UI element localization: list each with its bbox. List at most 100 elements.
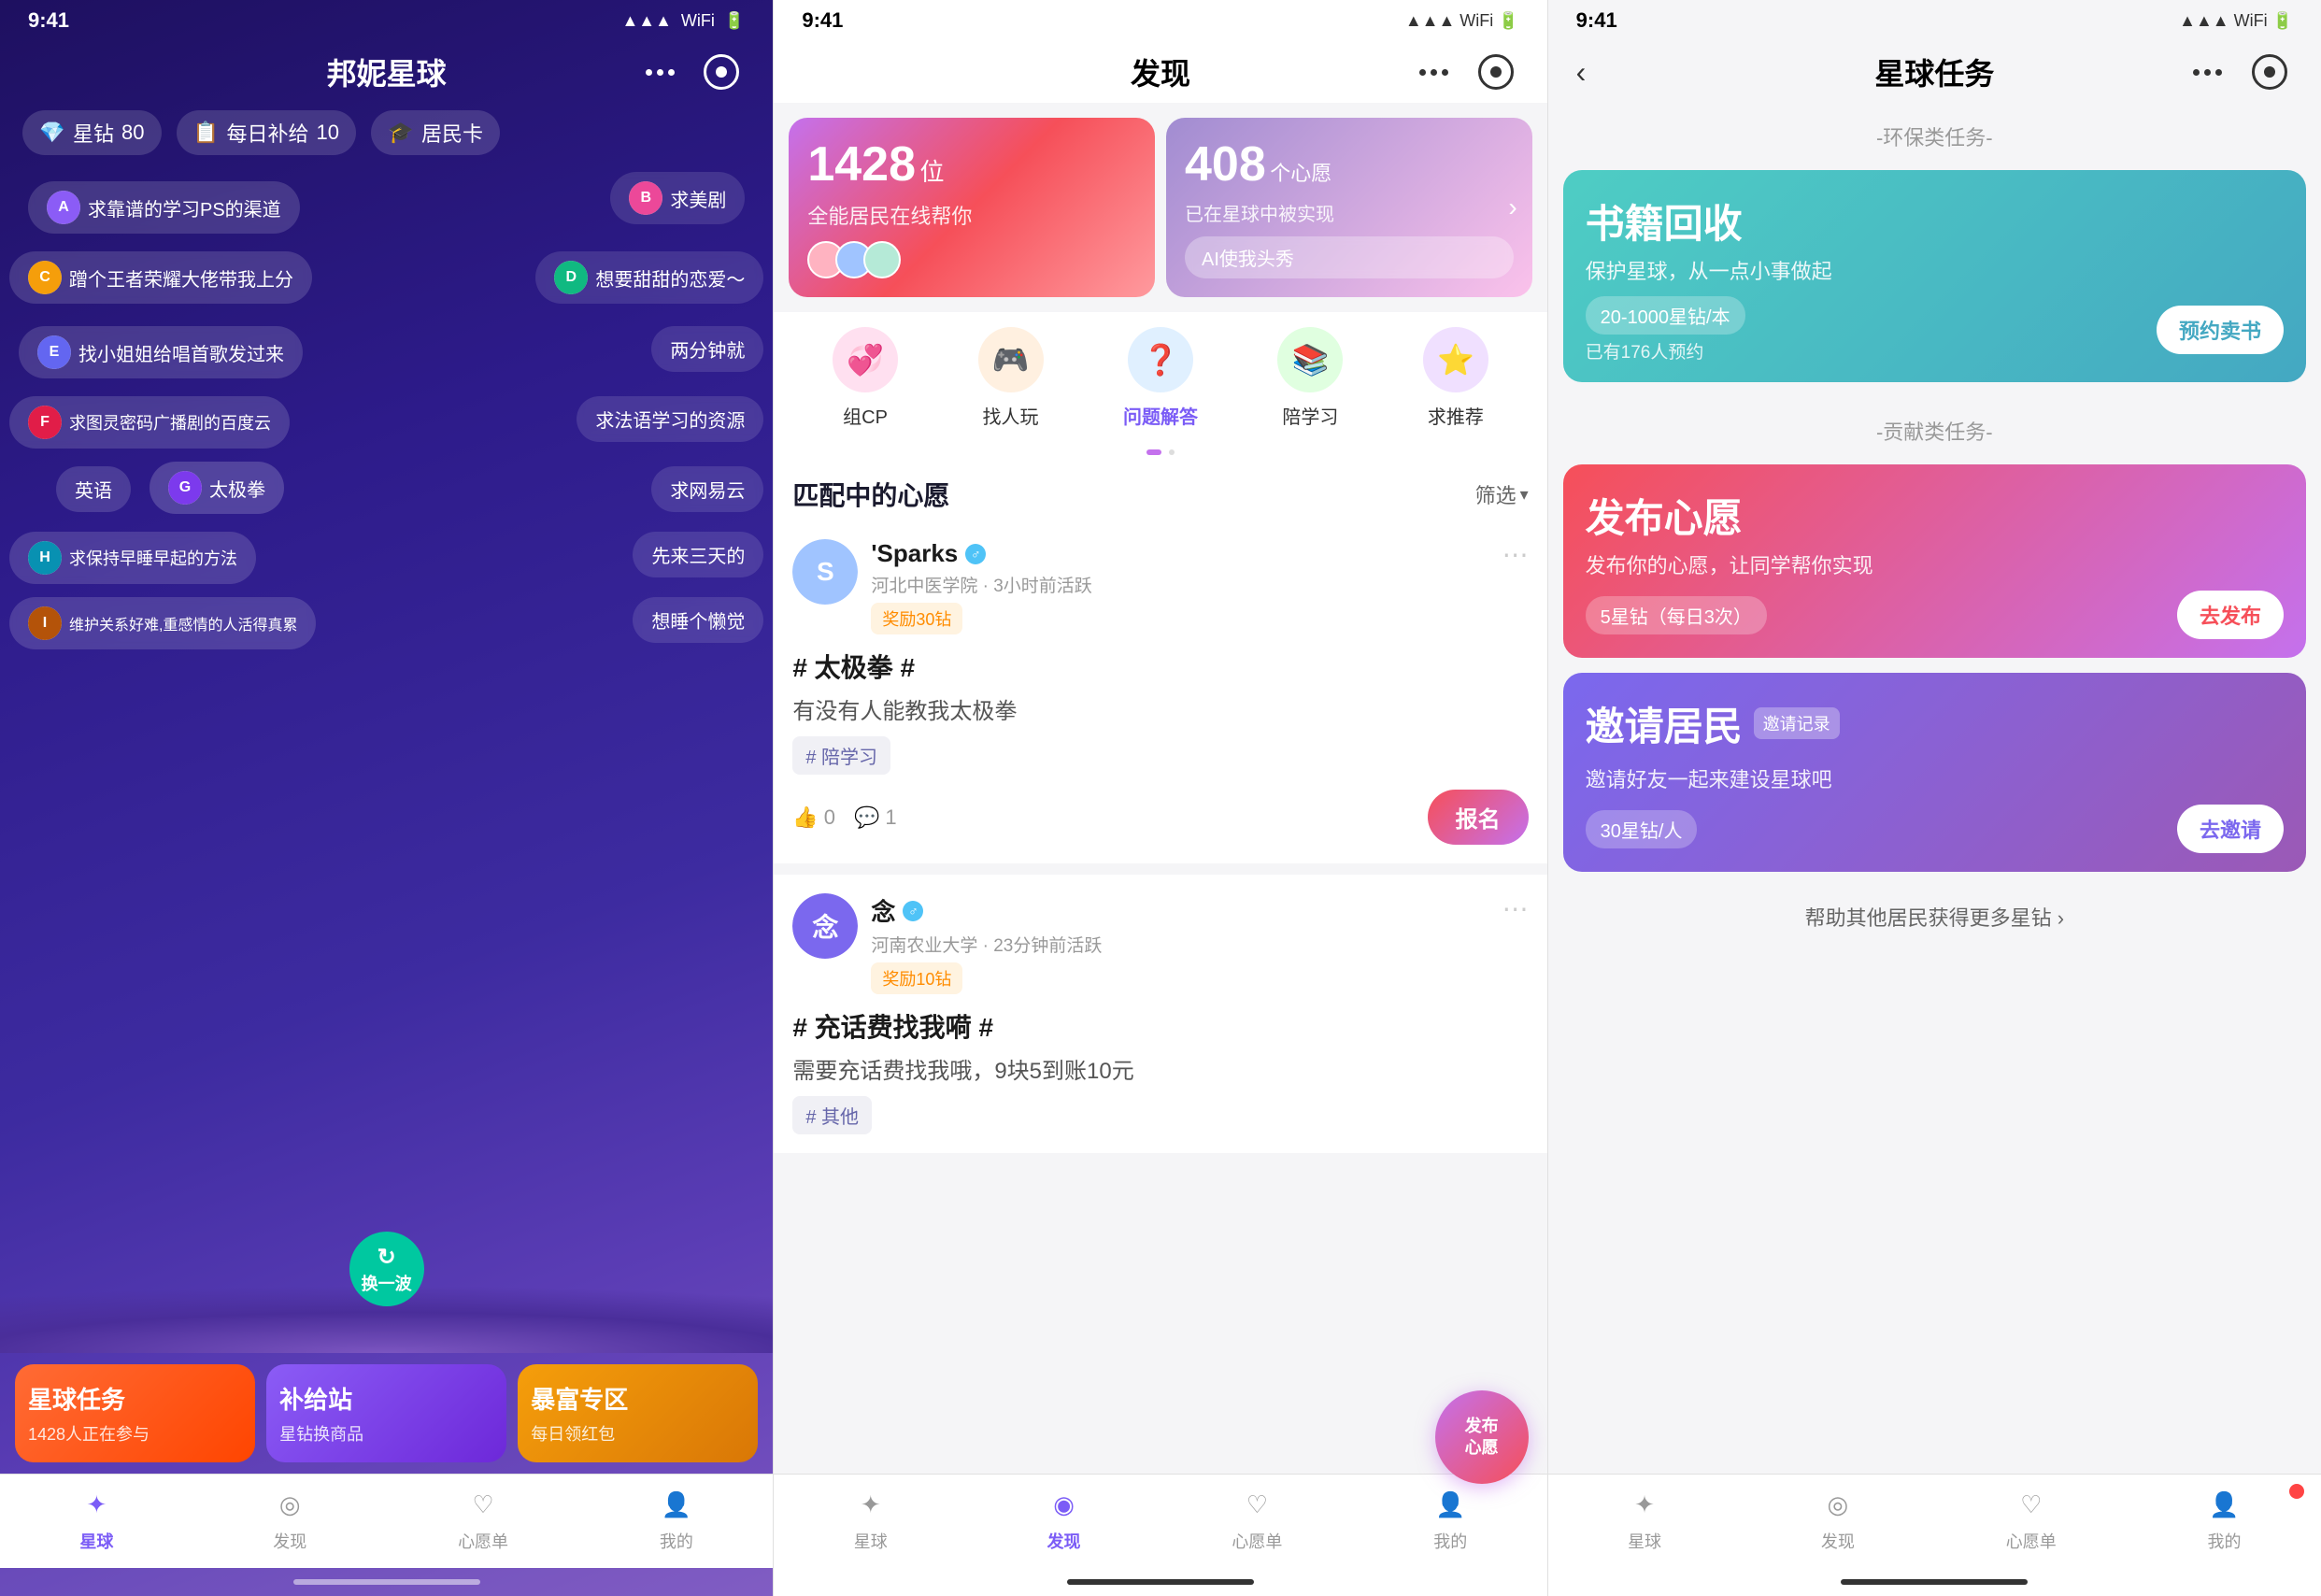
wc-title-0: # 太极拳 #: [792, 648, 1528, 685]
wish-text-3: 想要甜甜的恋爱～: [595, 264, 745, 292]
hero-card-residents[interactable]: 1428 位 全能居民在线帮你: [789, 118, 1155, 297]
help-link[interactable]: 帮助其他居民获得更多星钻 ›: [1548, 887, 2321, 947]
tc-inner-books: 书籍回收 保护星球，从一点小事做起 20-1000星钻/本 已有176人预约 预…: [1563, 170, 2306, 382]
nav-item-me-p2[interactable]: 👤 我的: [1354, 1484, 1547, 1553]
nav-item-star-p1[interactable]: ✦ 星球: [0, 1484, 193, 1553]
cat-icon-study: 📚: [1277, 327, 1343, 392]
home-bar-p3: [1841, 1579, 2028, 1585]
tc-desc-invite: 邀请好友一起来建设星球吧: [1586, 763, 2284, 793]
wc-footer-0: 👍 0 💬 1 报名: [792, 790, 1528, 845]
nav-item-discover-p3[interactable]: ◎ 发现: [1741, 1484, 1934, 1553]
wish-bubble-1[interactable]: B 求美剧: [610, 172, 745, 224]
wish-bubble-14[interactable]: 想睡个懒觉: [633, 597, 763, 643]
tc-action-btn-invite[interactable]: 去邀请: [2177, 805, 2284, 853]
wish-bubble-4[interactable]: E 找小姐姐给唱首歌发过来: [19, 326, 303, 378]
tc-title-books: 书籍回收: [1586, 192, 2284, 249]
panel-3: 9:41 ▲▲▲ WiFi 🔋 ‹ 星球任务 -环保类任务- 书籍回收: [1548, 0, 2321, 1596]
wc-tag-0-0[interactable]: # 陪学习: [792, 736, 890, 775]
wc-like-0[interactable]: 👍 0: [792, 805, 835, 830]
page-title-p1: 邦妮星球: [327, 50, 447, 93]
wish-text-12: 先来三天的: [651, 541, 745, 568]
wish-bubble-6[interactable]: F 求图灵密码广播剧的百度云: [9, 396, 290, 449]
target-button-p2[interactable]: [1473, 49, 1519, 95]
cat-item-cp[interactable]: 💞 组CP: [833, 327, 898, 429]
nav-item-star-p3[interactable]: ✦ 星球: [1548, 1484, 1742, 1553]
tc-action-btn-books[interactable]: 预约卖书: [2157, 306, 2284, 354]
wish-bubble-2[interactable]: C 蹭个王者荣耀大佬带我上分: [9, 251, 312, 304]
wish-bubble-9[interactable]: G 太极拳: [150, 462, 284, 514]
nav-item-discover-p2[interactable]: ◉ 发现: [967, 1484, 1160, 1553]
target-button-p1[interactable]: [698, 49, 745, 95]
cat-item-qa[interactable]: ❓ 问题解答: [1123, 327, 1198, 429]
apply-button-0[interactable]: 报名: [1428, 790, 1529, 845]
float-publish-button[interactable]: 发布 心愿: [1435, 1390, 1529, 1484]
wish-bubble-10[interactable]: 求网易云: [651, 466, 763, 512]
tab-card-supply-sub: 星钻换商品: [279, 1421, 493, 1446]
wish-text-11: 求保持早睡早起的方法: [69, 546, 237, 570]
target-button-p3[interactable]: [2246, 49, 2293, 95]
more-button-p3[interactable]: [2185, 49, 2231, 95]
tab-card-mission[interactable]: 星球任务 1428人正在参与: [15, 1364, 255, 1462]
more-button-p1[interactable]: [636, 49, 683, 95]
wc-comment-0[interactable]: 💬 1: [854, 805, 897, 830]
more-button-p2[interactable]: [1411, 49, 1458, 95]
section-header-wishes: 匹配中的心愿 筛选 ▾: [774, 461, 1546, 520]
filter-button[interactable]: 筛选 ▾: [1475, 479, 1529, 509]
cat-item-play[interactable]: 🎮 找人玩: [978, 327, 1044, 429]
panel-2: 9:41 ▲▲▲ WiFi 🔋 发现 1428 位: [773, 0, 1547, 1596]
nav-item-wish-p3[interactable]: ♡ 心愿单: [1934, 1484, 2128, 1553]
nav-label-discover-p3: 发现: [1821, 1529, 1855, 1553]
wish-bubble-0[interactable]: A 求靠谱的学习PS的渠道: [28, 181, 300, 234]
wish-bubble-13[interactable]: I 维护关系好难,重感情的人活得真累: [9, 597, 316, 649]
stat-chip-card[interactable]: 🎓 居民卡: [371, 110, 500, 155]
stat-chip-diamonds[interactable]: 💎 星钻 80: [22, 110, 162, 155]
back-button[interactable]: ‹: [1576, 55, 1587, 90]
wc-name-row-0: 'Sparks ♂: [871, 539, 1488, 568]
dots-icon-p1: [646, 69, 675, 76]
tab-card-rich-sub: 每日领红包: [531, 1421, 745, 1446]
wish-text-4: 找小姐姐给唱首歌发过来: [78, 339, 284, 366]
tc-action-btn-wish[interactable]: 去发布: [2177, 591, 2284, 639]
wish-bubble-5[interactable]: 两分钟就: [651, 326, 763, 372]
nav-label-wish-p1: 心愿单: [458, 1529, 508, 1553]
wish-bubble-11[interactable]: H 求保持早睡早起的方法: [9, 532, 256, 584]
wc-header-1: 念 念 ♂ 河南农业大学 · 23分钟前活跃 奖励10钻 ⋯: [792, 893, 1528, 994]
nav-item-me-p1[interactable]: 👤 我的: [579, 1484, 773, 1553]
nav-item-wish-p2[interactable]: ♡ 心愿单: [1160, 1484, 1354, 1553]
wish-text-5: 两分钟就: [670, 335, 745, 363]
wish-bubble-3[interactable]: D 想要甜甜的恋爱～: [535, 251, 763, 304]
dots-icon-p3: [2193, 69, 2222, 76]
wish-bubble-8[interactable]: 英语: [56, 466, 131, 512]
stats-bar-p1: 💎 星钻 80 📋 每日补给 10 🎓 居民卡: [0, 103, 773, 163]
tc-badge-invite[interactable]: 邀请记录: [1754, 707, 1840, 739]
task-card-books[interactable]: 书籍回收 保护星球，从一点小事做起 20-1000星钻/本 已有176人预约 预…: [1563, 170, 2306, 382]
wish-bubble-7[interactable]: 求法语学习的资源: [577, 396, 763, 442]
hero-number-residents: 1428 位: [807, 136, 1136, 192]
wc-tags-0: # 陪学习: [792, 736, 1528, 775]
more-icon-1[interactable]: ⋯: [1502, 893, 1529, 924]
wc-meta-1: 河南农业大学 · 23分钟前活跃: [871, 932, 1488, 957]
tab-card-supply[interactable]: 补给站 星钻换商品: [266, 1364, 506, 1462]
category-dots: [774, 444, 1546, 461]
tab-card-rich[interactable]: 暴富专区 每日领红包: [518, 1364, 758, 1462]
hero-card-wishes[interactable]: 408 个心愿 已在星球中被实现 AI使我头秀 ›: [1166, 118, 1532, 297]
wc-tag-1-0[interactable]: # 其他: [792, 1096, 872, 1134]
wish-bubble-12[interactable]: 先来三天的: [633, 532, 763, 577]
target-icon-p1: [704, 54, 739, 90]
nav-item-me-p3[interactable]: 👤 我的: [2128, 1484, 2321, 1553]
more-icon-0[interactable]: ⋯: [1502, 539, 1529, 570]
ai-btn[interactable]: AI使我头秀: [1185, 236, 1514, 278]
task-card-invite[interactable]: 邀请居民 邀请记录 邀请好友一起来建设星球吧 30星钻/人 去邀请: [1563, 673, 2306, 872]
stat-chip-daily[interactable]: 📋 每日补给 10: [177, 110, 357, 155]
wc-name-1: 念: [871, 893, 895, 928]
nav-item-discover-p1[interactable]: ◎ 发现: [193, 1484, 387, 1553]
wishes-cloud: A 求靠谱的学习PS的渠道 B 求美剧 C 蹭个王者荣耀大佬带我上分 D 想要甜…: [0, 163, 773, 1241]
cat-label-qa: 问题解答: [1123, 402, 1198, 429]
nav-item-wish-p1[interactable]: ♡ 心愿单: [387, 1484, 580, 1553]
task-card-wish[interactable]: 发布心愿 发布你的心愿，让同学帮你实现 5星钻（每日3次） 去发布: [1563, 464, 2306, 658]
cat-item-study[interactable]: 📚 陪学习: [1277, 327, 1343, 429]
cat-item-recommend[interactable]: ⭐ 求推荐: [1423, 327, 1488, 429]
nav-item-star-p2[interactable]: ✦ 星球: [774, 1484, 967, 1553]
refresh-button[interactable]: ↻ 换一波: [349, 1232, 424, 1306]
status-time-p3: 9:41: [1576, 8, 1617, 33]
